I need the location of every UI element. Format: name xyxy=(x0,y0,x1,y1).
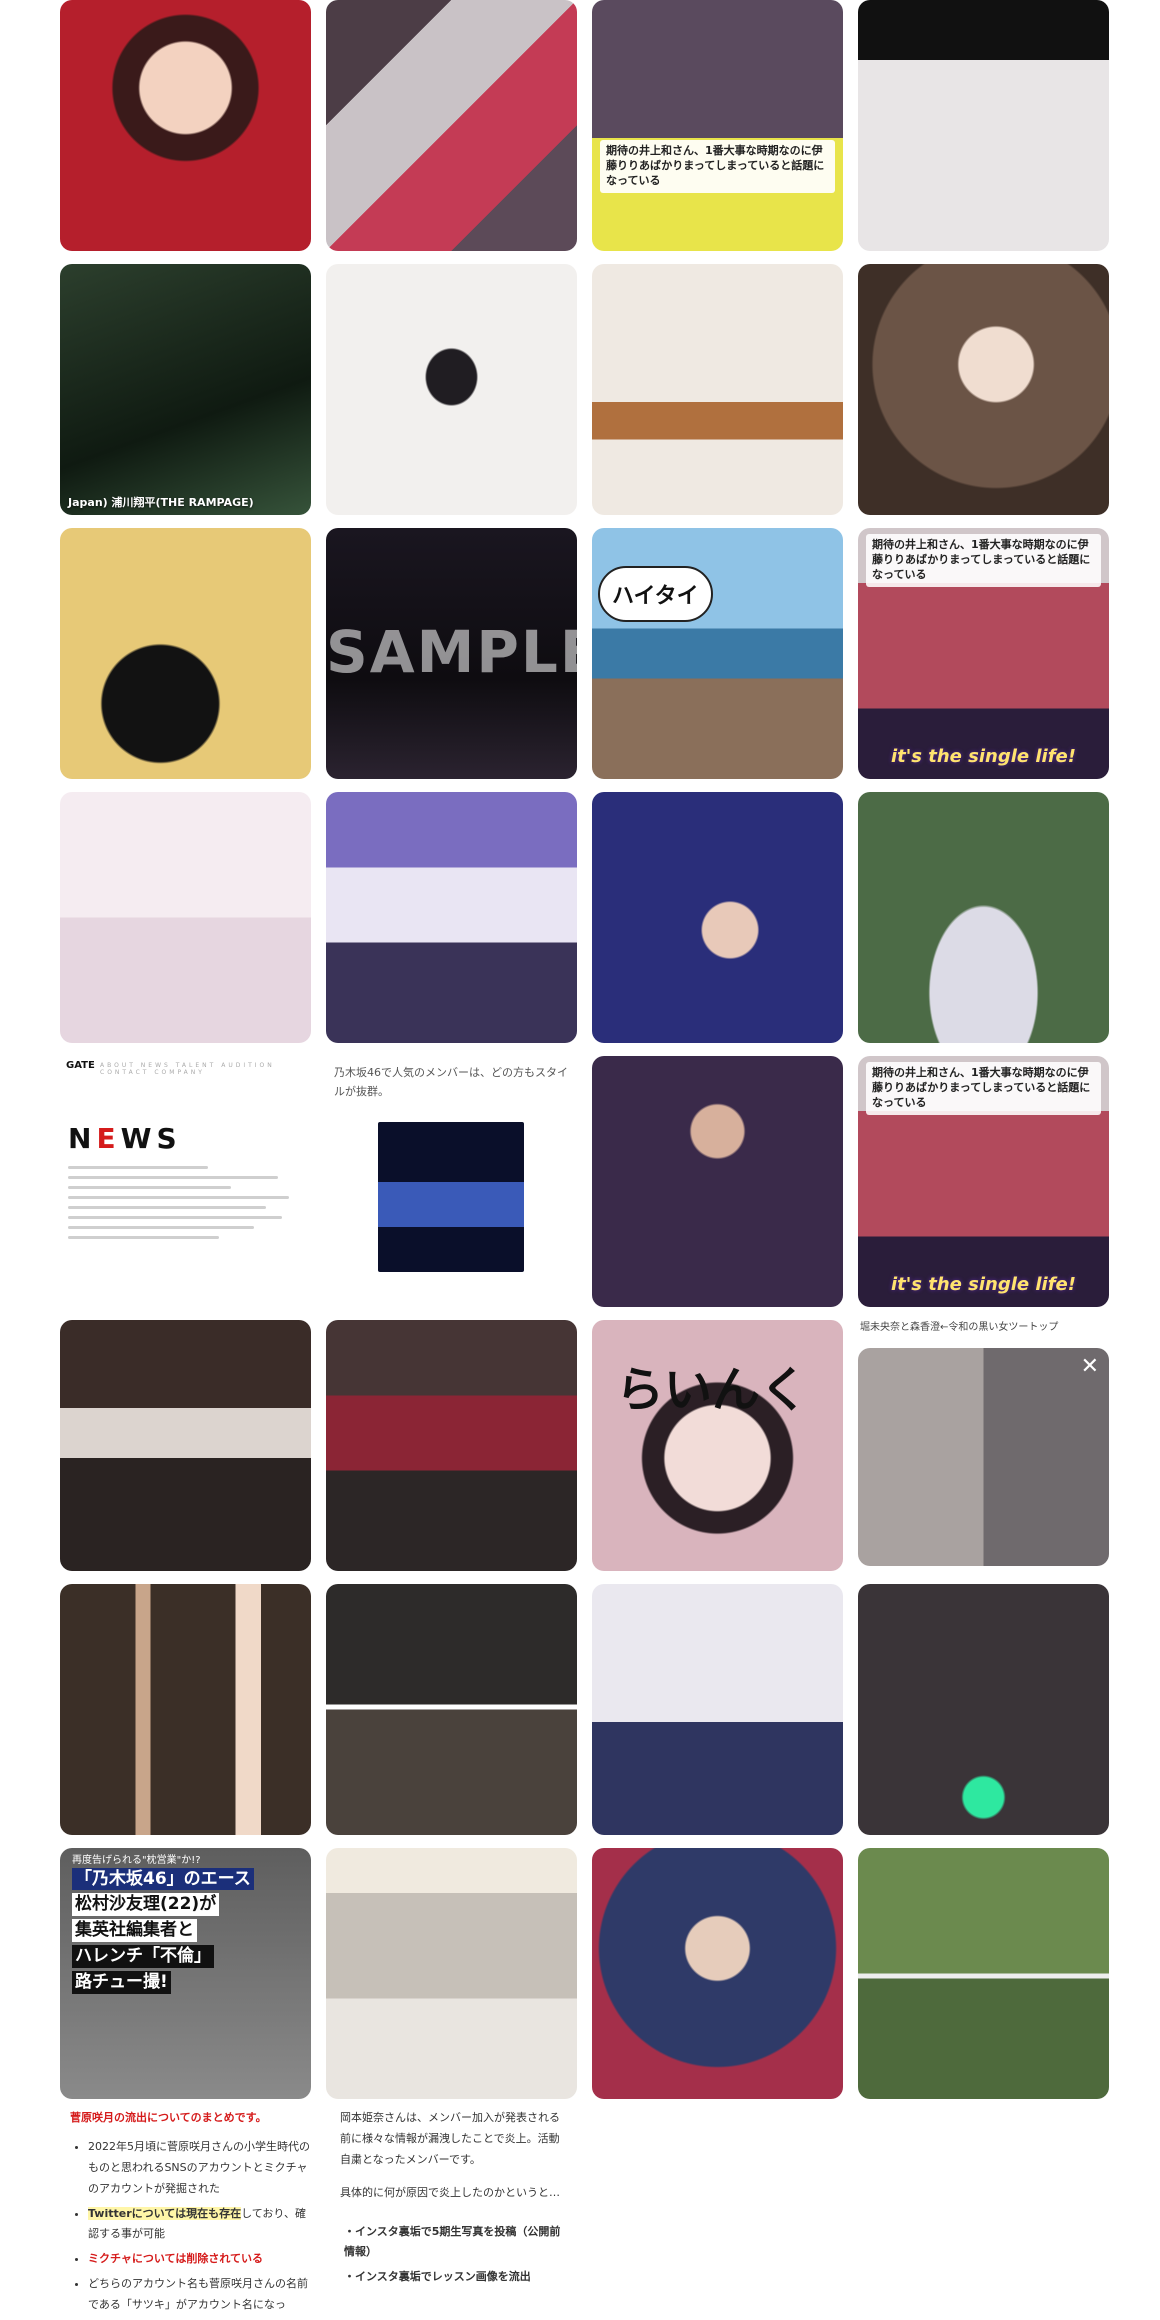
photo xyxy=(858,1848,1109,2099)
photo xyxy=(592,0,843,251)
photo xyxy=(858,264,1109,515)
thumbnail-r3c2[interactable]: SAMPLE xyxy=(326,528,577,779)
thumbnail-caption: 堀未央奈と森香澄←令和の黒い女ツートップ xyxy=(860,1322,1059,1333)
thumbnail-r4c1[interactable] xyxy=(60,792,311,1043)
thumbnail-r2c4[interactable] xyxy=(858,264,1109,515)
thumbnail-r7c1[interactable] xyxy=(60,1584,311,1835)
thumbnail-r5c4[interactable]: 期待の井上和さん、1番大事な時期なのに伊藤りりあばかりまってしまっていると話題に… xyxy=(858,1056,1109,1307)
news-heading: NEWS xyxy=(68,1122,182,1155)
photo xyxy=(60,1584,311,1835)
list-item: ミクチャについては削除されている xyxy=(88,2249,310,2270)
thumbnail-r1c3[interactable]: 期待の井上和さん、1番大事な時期なのに伊藤りりあばかりまってしまっていると話題に… xyxy=(592,0,843,251)
thumbnail-r2c3[interactable] xyxy=(592,264,843,515)
thumbnail-r6c4[interactable]: ✕ xyxy=(858,1348,1109,1566)
thumbnail-r1c1[interactable] xyxy=(60,0,311,251)
thumbnail-r6c1[interactable] xyxy=(60,1320,311,1571)
tile-caption: 期待の井上和さん、1番大事な時期なのに伊藤りりあばかりまってしまっていると話題に… xyxy=(866,534,1101,587)
right-summary-block: 岡本姫奈さんは、メンバー加入が発表される前に様々な情報が漏洩したことで炎上。活動… xyxy=(340,2108,570,2292)
site-logo: GATE xyxy=(66,1060,95,1071)
summary-paragraph: 岡本姫奈さんは、メンバー加入が発表される前に様々な情報が漏洩したことで炎上。活動… xyxy=(340,2111,560,2166)
thumbnail-r7c2[interactable] xyxy=(326,1584,577,1835)
tile-caption: 期待の井上和さん、1番大事な時期なのに伊藤りりあばかりまってしまっていると話題に… xyxy=(600,140,835,193)
news-body-lines xyxy=(68,1166,301,1246)
thumbnail-r3c1[interactable] xyxy=(60,528,311,779)
single-life-text: it's the single life! xyxy=(891,746,1076,767)
photo xyxy=(592,792,843,1043)
photo xyxy=(60,1320,311,1571)
photo xyxy=(326,1320,577,1571)
speech-bubble: ハイタイ xyxy=(598,566,713,622)
summary-list: ・インスタ裏垢で5期生写真を投稿（公開前情報） ・インスタ裏垢でレッスン画像を流… xyxy=(340,2222,570,2289)
thumbnail-r1c2[interactable] xyxy=(326,0,577,251)
scribble-text: らいんく xyxy=(616,1362,809,1418)
thumbnail-r3c4[interactable]: 期待の井上和さん、1番大事な時期なのに伊藤りりあばかりまってしまっていると話題に… xyxy=(858,528,1109,779)
thumbnail-r6c3[interactable]: らいんく xyxy=(592,1320,843,1571)
summary-heading: 菅原咲月の流出についてのまとめです。 xyxy=(70,2111,267,2124)
tile-caption: Japan) 浦川翔平(THE RAMPAGE) xyxy=(68,495,254,509)
post-header xyxy=(858,0,1109,60)
close-icon: ✕ xyxy=(1080,1354,1099,1379)
left-summary-block: 菅原咲月の流出についてのまとめです。 2022年5月頃に菅原咲月さんの小学生時代… xyxy=(70,2108,310,2320)
thumbnail-r8c3[interactable] xyxy=(592,1848,843,2099)
article-text: 乃木坂46で人気のメンバーは、どの方もスタイルが抜群。 xyxy=(334,1066,568,1098)
thumbnail-r2c1[interactable]: Japan) 浦川翔平(THE RAMPAGE) xyxy=(60,264,311,515)
list-item: 2022年5月頃に菅原咲月さんの小学生時代のものと思われるSNSのアカウントとミ… xyxy=(88,2137,310,2200)
thumbnail-r8c2[interactable] xyxy=(326,1848,577,2099)
list-item: ・インスタ裏垢でレッスン画像を流出 xyxy=(344,2270,531,2284)
image-grid: 期待の井上和さん、1番大事な時期なのに伊藤りりあばかりまってしまっていると話題に… xyxy=(0,0,1160,2311)
news-thumbnail[interactable]: GATE ABOUT NEWS TALENT AUDITION CONTACT … xyxy=(60,1056,311,1307)
magazine-thumbnail[interactable]: 再度告げられる"枕営業"か!? 「乃木坂46」のエース 松村沙友理(22)が 集… xyxy=(60,1848,311,2099)
watermark-text: SAMPLE xyxy=(326,618,577,686)
thumbnail-r5c3[interactable] xyxy=(592,1056,843,1307)
thumbnail-r4c3[interactable] xyxy=(592,792,843,1043)
photo xyxy=(60,0,311,251)
photo xyxy=(592,264,843,515)
single-life-text: it's the single life! xyxy=(891,1274,1076,1295)
thumbnail-r4c4[interactable] xyxy=(858,792,1109,1043)
photo xyxy=(592,1056,843,1307)
tile-caption: 期待の井上和さん、1番大事な時期なのに伊藤りりあばかりまってしまっていると話題に… xyxy=(866,1062,1101,1115)
photo xyxy=(326,792,577,1043)
photo xyxy=(326,1584,577,1835)
thumbnail-r7c4[interactable] xyxy=(858,1584,1109,1835)
photo xyxy=(60,528,311,779)
photo xyxy=(60,792,311,1043)
thumbnail-r6c2[interactable] xyxy=(326,1320,577,1571)
photo xyxy=(60,264,311,515)
photo xyxy=(858,792,1109,1043)
photo xyxy=(592,1584,843,1835)
thumbnail-r4c2[interactable] xyxy=(326,792,577,1043)
summary-list: 2022年5月頃に菅原咲月さんの小学生時代のものと思われるSNSのアカウントとミ… xyxy=(70,2137,310,2316)
list-item: どちらのアカウント名も菅原咲月さんの名前である「サツキ」がアカウント名になっ xyxy=(88,2274,310,2316)
thumbnail-r7c3[interactable] xyxy=(592,1584,843,1835)
photo xyxy=(326,1848,577,2099)
article-photo xyxy=(378,1122,524,1272)
article-thumbnail[interactable]: 乃木坂46で人気のメンバーは、どの方もスタイルが抜群。 xyxy=(326,1056,577,1307)
photo xyxy=(326,0,577,251)
thumbnail-r8c4[interactable] xyxy=(858,1848,1109,2099)
thumbnail-r3c3[interactable]: ハイタイ xyxy=(592,528,843,779)
photo xyxy=(592,1848,843,2099)
list-item: Twitterについては現在も存在しており、確認する事が可能 xyxy=(88,2204,310,2246)
magazine-headline: 再度告げられる"枕営業"か!? 「乃木坂46」のエース 松村沙友理(22)が 集… xyxy=(72,1854,301,1995)
site-nav: ABOUT NEWS TALENT AUDITION CONTACT COMPA… xyxy=(100,1062,275,1076)
photo xyxy=(858,1584,1109,1835)
list-item: ・インスタ裏垢で5期生写真を投稿（公開前情報） xyxy=(344,2224,561,2259)
thumbnail-r2c2[interactable] xyxy=(326,264,577,515)
summary-paragraph: 具体的に何が原因で炎上したのかというと… xyxy=(340,2185,560,2199)
photo xyxy=(858,1348,1109,1566)
photo xyxy=(326,264,577,515)
